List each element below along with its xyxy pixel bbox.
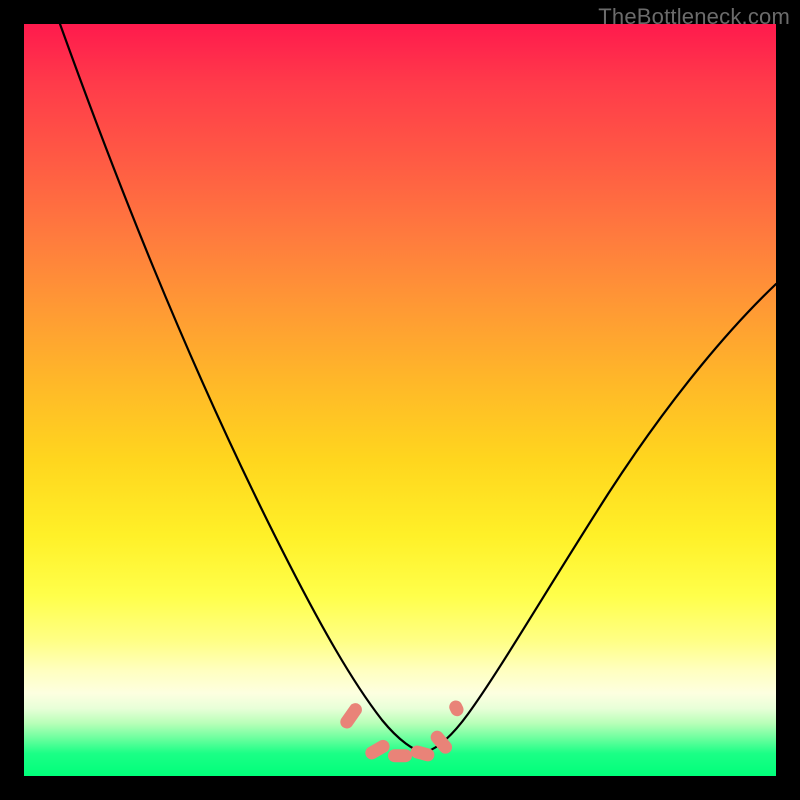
chart-svg xyxy=(24,24,776,776)
curve-group xyxy=(60,24,776,752)
valley-marker-2 xyxy=(388,749,412,762)
bottleneck-curve-left xyxy=(60,24,422,752)
watermark-text: TheBottleneck.com xyxy=(598,4,790,30)
valley-marker-3 xyxy=(409,744,436,763)
valley-marker-5 xyxy=(447,698,466,718)
valley-marker-1 xyxy=(363,738,392,762)
bottleneck-curve-right xyxy=(426,284,776,752)
chart-frame: TheBottleneck.com xyxy=(0,0,800,800)
valley-marker-0 xyxy=(338,701,365,731)
plot-area xyxy=(24,24,776,776)
marker-group xyxy=(338,698,466,763)
